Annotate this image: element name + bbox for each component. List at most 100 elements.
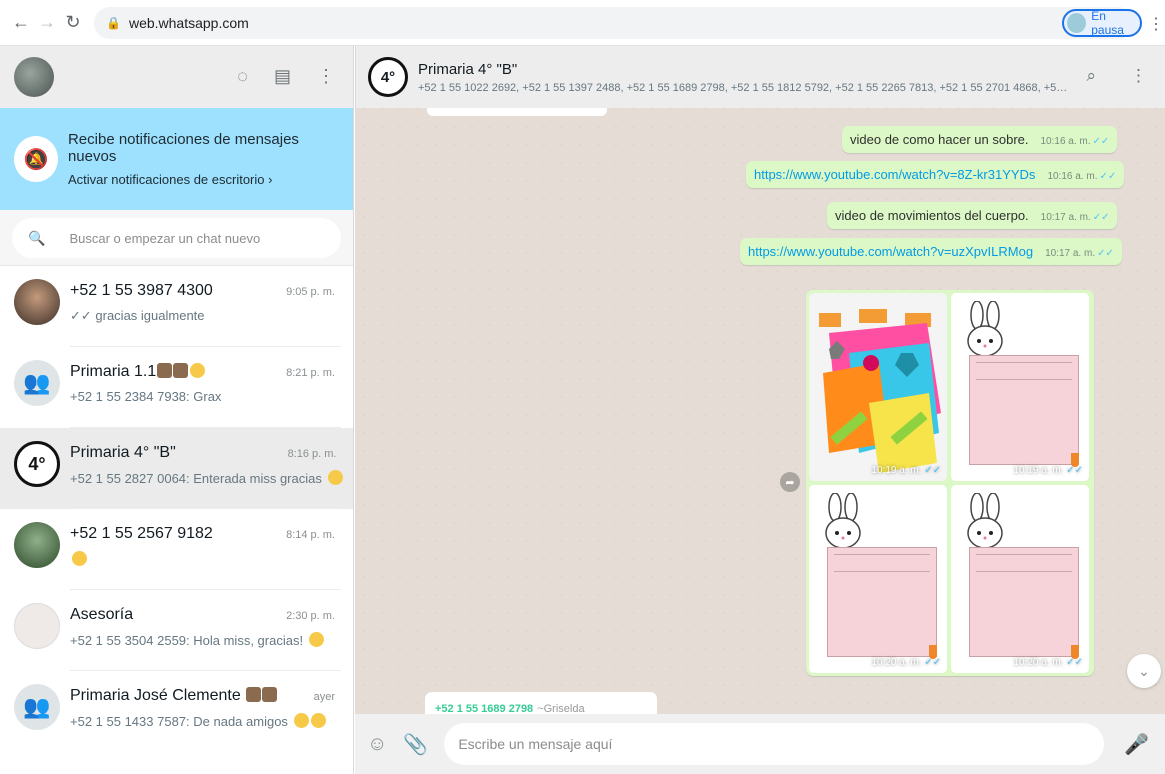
avatar [14, 279, 60, 325]
browser-menu-icon[interactable]: ⋮ [1148, 14, 1164, 34]
menu-icon[interactable]: ⋮ [1130, 66, 1147, 86]
outgoing-message[interactable]: video de como hacer un sobre. 10:16 a. m.… [842, 126, 1118, 153]
url-text: web.whatsapp.com [128, 14, 249, 31]
chat-time: 8:14 p. m. [286, 529, 335, 541]
enable-notifications-link[interactable]: Activar notificaciones de escritorio › [68, 172, 339, 187]
outgoing-message[interactable]: video de movimientos del cuerpo. 10:17 a.… [827, 202, 1118, 229]
chat-time: 8:16 p. m. [287, 448, 337, 460]
pink-card [969, 547, 1079, 657]
read-ticks-icon: ✓✓ [1099, 171, 1117, 182]
outgoing-message[interactable]: https://www.youtube.com/watch?v=8Z-kr31Y… [746, 161, 1125, 188]
chat-preview: +52 1 55 2384 7938: Grax [70, 389, 222, 404]
chat-preview: +52 1 55 3504 2559: Hola miss, gracias! [70, 633, 304, 648]
message-input[interactable]: Escribe un mensaje aquí [444, 723, 1105, 765]
emoji-icon[interactable]: ☺ [367, 733, 387, 756]
profile-button[interactable]: En pausa [1062, 9, 1142, 37]
message-time: 10:16 a. m. [1047, 171, 1098, 182]
forward-button[interactable]: → [34, 10, 60, 36]
image-time-row: 10:20 a. m. ✓✓ [871, 657, 941, 668]
smile-emoji-icon [310, 713, 326, 728]
message-text: video de movimientos del cuerpo. [835, 208, 1029, 223]
emoji-icon [157, 363, 173, 378]
envelope-craft-image [819, 309, 941, 473]
chat-preview: ✓✓ gracias igualmente [70, 308, 205, 323]
chat-preview-row [70, 551, 341, 567]
sunglasses-emoji-icon [190, 363, 206, 378]
new-chat-icon[interactable]: ▤ [274, 66, 291, 87]
conversation-title: Primaria 4° "B" [418, 60, 518, 78]
my-avatar[interactable] [14, 57, 54, 97]
chat-list: +52 1 55 3987 4300 9:05 p. m. ✓✓ gracias… [0, 266, 353, 774]
image-time-row: 10:19 a. m. ✓✓ [871, 465, 941, 476]
outgoing-message[interactable]: https://www.youtube.com/watch?v=uzXpvILR… [740, 238, 1122, 265]
incoming-message-fragment [427, 108, 607, 116]
back-button[interactable]: ← [8, 10, 34, 36]
chat-item[interactable]: +52 1 55 3987 4300 9:05 p. m. ✓✓ gracias… [0, 266, 353, 347]
bunny-image [967, 301, 1003, 357]
conversation-avatar[interactable]: 4° [368, 57, 408, 97]
image-time-row: 10:19 a. m. ✓✓ [1013, 465, 1083, 476]
message-time: 10:17 a. m. [1045, 248, 1096, 259]
conversation-members: +52 1 55 1022 2692, +52 1 55 1397 2488, … [418, 81, 1068, 94]
chat-item[interactable]: 👥 Primaria José Clemente ayer +52 1 55 1… [0, 671, 353, 752]
search-icon[interactable]: ⌕ [1086, 66, 1096, 86]
search-icon: 🔍 [28, 229, 46, 246]
message-area[interactable]: video de como hacer un sobre. 10:16 a. m.… [355, 108, 1165, 722]
chat-item[interactable]: 👥 Primaria 1.1 8:21 p. m. +52 1 55 2384 … [0, 347, 353, 428]
search-input[interactable]: 🔍 Buscar o empezar un chat nuevo [12, 218, 341, 258]
left-header: ◌ ▤ ⋮ [0, 46, 353, 108]
avatar-text: 4° [28, 453, 46, 474]
search-bar: 🔍 Buscar o empezar un chat nuevo [0, 210, 353, 266]
profile-avatar [1067, 13, 1087, 33]
group-icon: 👥 [14, 360, 60, 406]
browser-toolbar: ← → ↻ 🔒 web.whatsapp.com ☆ ≡ En pausa ⋮ [0, 0, 1165, 46]
emoji-icon [173, 363, 189, 378]
forward-icon[interactable]: ➦ [780, 472, 800, 492]
message-time: 10:16 a. m. [1040, 136, 1091, 147]
chat-time: 2:30 p. m. [286, 610, 335, 622]
image-time: 10:19 a. m. [1013, 465, 1064, 476]
album-image[interactable]: 10:19 a. m. ✓✓ [809, 293, 947, 481]
read-ticks-icon: ✓✓ [1092, 136, 1110, 147]
avatar-text: 4° [380, 68, 396, 86]
group-avatar: 4° [14, 441, 60, 487]
album-image[interactable]: 10:19 a. m. ✓✓ [951, 293, 1089, 481]
emoji-icon [246, 687, 262, 702]
emoji-icon [262, 687, 278, 702]
microphone-icon[interactable]: 🎤 [1124, 732, 1149, 757]
status-icon[interactable]: ◌ [237, 66, 248, 87]
chat-item[interactable]: Asesoría 2:30 p. m. +52 1 55 3504 2559: … [0, 590, 353, 671]
composer-bar: ☺ 📎 Escribe un mensaje aquí 🎤 [355, 714, 1165, 774]
attach-icon[interactable]: 📎 [403, 732, 428, 757]
message-link[interactable]: https://www.youtube.com/watch?v=8Z-kr31Y… [754, 167, 1035, 182]
smile-emoji-icon [308, 632, 324, 647]
chat-item-active[interactable]: 4° Primaria 4° "B" 8:16 p. m. +52 1 55 2… [0, 428, 353, 509]
message-placeholder: Escribe un mensaje aquí [458, 736, 613, 752]
bunny-image [967, 493, 1003, 549]
address-bar[interactable]: 🔒 web.whatsapp.com ☆ ≡ [94, 6, 1134, 39]
smile-emoji-icon [327, 470, 343, 485]
image-time: 10:20 a. m. [1013, 657, 1064, 668]
notification-title: Recibe notificaciones de mensajes nuevos [67, 131, 299, 165]
chat-item[interactable]: +52 1 55 2567 9182 8:14 p. m. [0, 509, 353, 590]
scroll-down-button[interactable]: ⌄ [1127, 654, 1161, 688]
pink-card [969, 355, 1079, 465]
laugh-emoji-icon [72, 551, 87, 566]
chat-name: Primaria 1.1 [70, 363, 157, 380]
reload-button[interactable]: ↻ [60, 10, 86, 36]
chat-preview: +52 1 55 1433 7587: De nada amigos [70, 714, 288, 729]
search-placeholder: Buscar o empezar un chat nuevo [69, 230, 261, 246]
album-image[interactable]: 10:20 a. m. ✓✓ [951, 485, 1089, 673]
message-link[interactable]: https://www.youtube.com/watch?v=uzXpvILR… [748, 244, 1033, 259]
chat-preview: +52 1 55 2827 0064: Enterada miss gracia… [70, 471, 322, 486]
album-image[interactable]: 10:20 a. m. ✓✓ [809, 485, 947, 673]
menu-icon[interactable]: ⋮ [317, 66, 335, 87]
image-album[interactable]: 10:19 a. m. ✓✓ 10:19 a. m. ✓✓ 10:20 a. m… [806, 290, 1094, 676]
conversation-header[interactable]: 4° Primaria 4° "B" +52 1 55 1022 2692, +… [355, 46, 1165, 108]
notification-banner[interactable]: 🔕 Recibe notificaciones de mensajes nuev… [0, 108, 353, 210]
chat-list-panel: ◌ ▤ ⋮ 🔕 Recibe notificaciones de mensaje… [0, 46, 354, 774]
lock-icon: 🔒 [106, 15, 121, 30]
conversation-panel: 4° Primaria 4° "B" +52 1 55 1022 2692, +… [355, 46, 1165, 774]
read-ticks-icon: ✓✓ [1066, 465, 1083, 476]
message-time: 10:17 a. m. [1040, 212, 1091, 223]
